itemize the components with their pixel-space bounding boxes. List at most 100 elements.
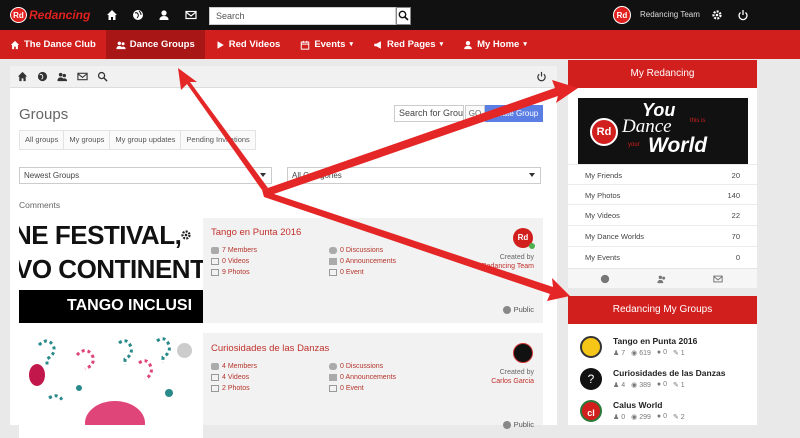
group-card[interactable]: NE FESTIVAL, VO CONTINENT TANGO INCLUSI … <box>19 218 543 323</box>
sidebar-row-friends[interactable]: My Friends 20 <box>568 164 757 184</box>
discussions-count[interactable]: 0 Discussions <box>329 363 383 370</box>
comments-stat: ● 0 <box>656 349 667 356</box>
members-count[interactable]: 4 Members <box>211 363 257 370</box>
nav-label: Dance Groups <box>129 39 195 50</box>
calendar-icon <box>329 385 337 392</box>
announcements-text: 0 Announcements <box>340 374 397 381</box>
globe-icon <box>502 305 511 314</box>
globe-icon[interactable] <box>37 71 48 82</box>
group-name[interactable]: Calus World <box>613 400 662 410</box>
nav-label: Events <box>314 39 346 50</box>
group-stats: ♟ 7 ◉ 619 ● 0 ✎ 1 <box>613 349 685 357</box>
group-title[interactable]: Curiosidades de las Danzas <box>211 343 329 354</box>
go-button[interactable]: GO <box>465 105 485 122</box>
nav-item-my-home[interactable]: My Home ▾ <box>453 30 537 59</box>
subtab-my-group-updates[interactable]: My group updates <box>110 131 182 149</box>
group-banner-image[interactable]: NE FESTIVAL, VO CONTINENT TANGO INCLUSI <box>19 218 203 323</box>
nav-item-dance-groups[interactable]: Dance Groups <box>105 30 205 59</box>
mail-icon[interactable] <box>713 274 723 284</box>
sidebar-row-events[interactable]: My Events 0 <box>568 246 757 266</box>
gear-icon[interactable] <box>711 9 723 21</box>
group-search-input[interactable]: Search for Groups <box>394 105 464 122</box>
creator-avatar[interactable] <box>513 343 533 363</box>
views-stat: ◉ 619 <box>631 350 651 357</box>
home-icon <box>10 40 20 49</box>
group-name[interactable]: Curiosidades de las Danzas <box>613 368 725 378</box>
group-title[interactable]: Tango en Punta 2016 <box>211 227 301 238</box>
group-stats: ♟ 0 ◉ 299 ● 0 ✎ 2 <box>613 413 685 421</box>
discussions-count[interactable]: 0 Discussions <box>329 247 383 254</box>
row-label: My Videos <box>585 211 620 220</box>
row-value: 70 <box>731 232 740 241</box>
creator-name[interactable]: Redancing Team <box>482 263 534 270</box>
group-card[interactable]: Curiosidades de las Danzas 4 Members 4 V… <box>19 333 543 438</box>
sidebar-row-photos[interactable]: My Photos 140 <box>568 184 757 204</box>
user-name[interactable]: Redancing Team <box>640 10 700 19</box>
events-count[interactable]: 0 Event <box>329 269 364 276</box>
calendar-icon <box>301 40 310 50</box>
search-button[interactable] <box>396 7 411 25</box>
chevron-down-icon: ▾ <box>349 41 353 48</box>
created-by-label: Created by <box>499 254 534 261</box>
creator-name[interactable]: Carlos Garcia <box>491 378 534 385</box>
my-group-item[interactable]: cl Calus World ♟ 0 ◉ 299 ● 0 ✎ 2 <box>580 400 750 430</box>
row-label: My Friends <box>585 171 623 180</box>
videos-count[interactable]: 0 Videos <box>211 258 249 265</box>
my-group-item[interactable]: Tango en Punta 2016 ♟ 7 ◉ 619 ● 0 ✎ 1 <box>580 336 750 366</box>
group-name[interactable]: Tango en Punta 2016 <box>613 336 697 346</box>
video-icon <box>211 374 219 381</box>
announcements-count[interactable]: 0 Announcements <box>329 374 396 381</box>
users-icon[interactable] <box>57 71 68 82</box>
created-by-label: Created by <box>499 369 534 376</box>
search-input[interactable]: Search <box>209 7 396 25</box>
nav-item-the-dance-club[interactable]: The Dance Club <box>0 30 106 59</box>
gear-icon[interactable] <box>180 229 192 241</box>
mail-icon[interactable] <box>77 71 88 82</box>
sort-select[interactable]: Newest Groups <box>19 167 272 184</box>
megaphone-icon <box>329 374 337 381</box>
globe-icon[interactable] <box>600 274 610 284</box>
row-label: My Photos <box>585 191 621 200</box>
members-count[interactable]: 7 Members <box>211 247 257 254</box>
sidebar-row-dance-worlds[interactable]: My Dance Worlds 70 <box>568 225 757 245</box>
users-icon[interactable] <box>657 274 667 284</box>
you-dance-banner[interactable]: Rd You Dance this is your World <box>578 98 748 164</box>
announcements-count[interactable]: 0 Announcements <box>329 258 396 265</box>
subtab-my-groups[interactable]: My groups <box>64 131 111 149</box>
mail-icon[interactable] <box>185 9 197 21</box>
events-count[interactable]: 0 Event <box>329 385 364 392</box>
globe-icon[interactable] <box>132 9 144 21</box>
members-text: 4 Members <box>222 363 258 370</box>
videos-count[interactable]: 4 Videos <box>211 374 249 381</box>
subtab-all-groups[interactable]: All groups <box>20 131 65 149</box>
nav-item-red-videos[interactable]: Red Videos <box>205 30 291 59</box>
my-group-item[interactable]: ? Curiosidades de las Danzas ♟ 4 ◉ 389 ●… <box>580 368 750 398</box>
photos-count[interactable]: 2 Photos <box>211 385 250 392</box>
members-stat: ♟ 4 <box>613 382 626 389</box>
events-text: 0 Event <box>340 385 364 392</box>
power-icon[interactable] <box>536 71 547 82</box>
category-select[interactable]: All Categories <box>287 167 541 184</box>
user-icon[interactable] <box>158 9 170 21</box>
logo[interactable]: Rd Redancing <box>10 7 90 23</box>
chevron-down-icon: ▾ <box>439 41 444 48</box>
group-banner-image[interactable] <box>19 333 203 438</box>
home-icon[interactable] <box>17 71 28 82</box>
user-avatar[interactable]: Rd <box>613 6 631 24</box>
row-value: 140 <box>727 191 740 200</box>
photos-count[interactable]: 9 Photos <box>211 269 250 276</box>
row-label: My Dance Worlds <box>585 232 645 241</box>
gear-icon[interactable] <box>177 343 192 358</box>
power-icon[interactable] <box>737 9 749 21</box>
create-group-button[interactable]: Create Group <box>485 105 543 122</box>
subtab-pending-invitations[interactable]: Pending Invitations <box>181 131 254 149</box>
group-avatar: cl <box>580 400 602 422</box>
search-icon[interactable] <box>97 71 108 82</box>
my-groups-panel: Redancing My Groups Tango en Punta 2016 … <box>568 296 757 425</box>
home-icon[interactable] <box>106 9 118 21</box>
sidebar-row-videos[interactable]: My Videos 22 <box>568 204 757 224</box>
nav-item-red-pages[interactable]: Red Pages ▾ <box>363 30 453 59</box>
discussion-icon <box>329 247 337 254</box>
nav-item-events[interactable]: Events ▾ <box>290 30 363 59</box>
users-icon <box>211 247 219 254</box>
